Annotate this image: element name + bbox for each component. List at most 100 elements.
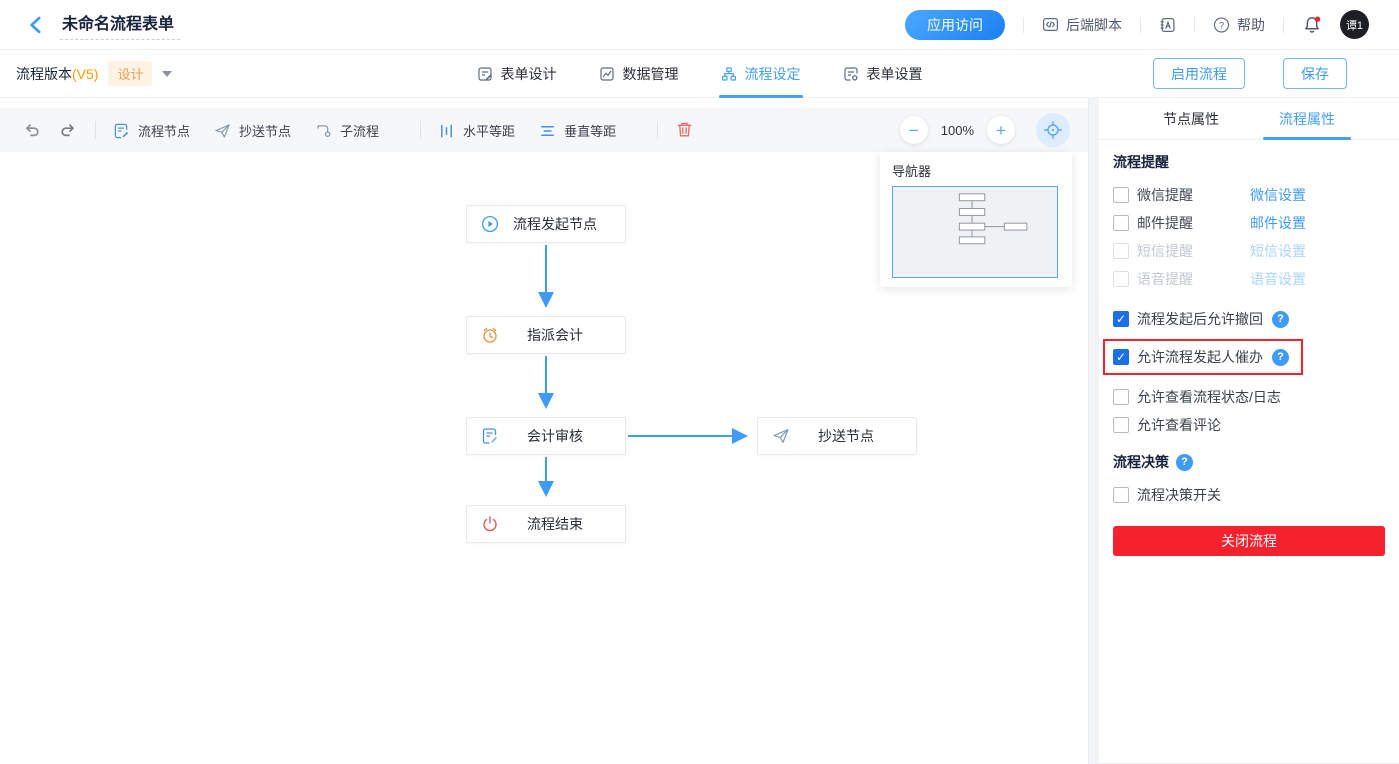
panel-body: 流程提醒 微信提醒 微信设置 邮件提醒 邮件设置 短信提醒 短信设置 [1099,140,1399,556]
notification-bell-icon[interactable] [1302,15,1322,35]
highlight-red-box: 允许流程发起人催办 ? [1103,339,1303,375]
form-design-icon [477,66,494,83]
avatar[interactable]: 谭1 [1340,10,1369,39]
flow-node-accountant-review[interactable]: 会计审核 [466,417,626,455]
button-label: 垂直等距 [564,121,616,140]
tab-form-design[interactable]: 表单设计 [477,50,557,98]
decision-section-title: 流程决策 ? [1113,452,1385,472]
remind-row-wechat: 微信提醒 微信设置 [1113,181,1385,209]
flow-canvas[interactable]: 流程节点 抄送节点 [0,98,1088,764]
flow-setting-icon [721,66,738,83]
divider [1283,17,1284,33]
allow-withdraw-checkbox[interactable] [1113,311,1129,327]
main-area: 流程节点 抄送节点 [0,98,1399,764]
version-number: (V5) [72,66,98,82]
horizontal-equal-spacing-button[interactable]: 水平等距 [438,121,515,140]
help-icon: ? [1213,16,1230,33]
node-label: 会计审核 [499,426,625,446]
divider [657,121,658,139]
add-cc-node-button[interactable]: 抄送节点 [214,121,291,140]
close-flow-button[interactable]: 关闭流程 [1113,526,1385,556]
option-label: 允许流程发起人催办 [1137,347,1263,367]
app-access-button[interactable]: 应用访问 [905,10,1005,40]
svg-text:?: ? [1219,20,1224,31]
flow-node-start[interactable]: 流程发起节点 [466,205,626,243]
remind-label: 短信提醒 [1137,241,1250,261]
button-label: 子流程 [340,121,379,140]
button-label: 抄送节点 [239,121,291,140]
undo-icon[interactable] [22,120,42,140]
decision-switch-checkbox[interactable] [1113,487,1129,503]
help-button[interactable]: ? 帮助 [1213,15,1265,35]
option-row-view-status: 允许查看流程状态/日志 [1113,383,1385,411]
panel-divider [1088,98,1099,764]
flow-designer-app: 未命名流程表单 应用访问 后端脚本 [0,0,1399,764]
view-comments-checkbox[interactable] [1113,417,1129,433]
voice-remind-checkbox [1113,271,1129,287]
sms-remind-checkbox [1113,243,1129,259]
power-icon [481,515,499,533]
trash-icon[interactable] [675,120,695,140]
divider [420,121,421,139]
button-label: 流程节点 [138,121,190,140]
view-status-checkbox[interactable] [1113,389,1129,405]
zoom-level: 100% [941,123,974,138]
flow-node-assign-accountant[interactable]: 指派会计 [466,316,626,354]
locate-center-icon[interactable] [1036,113,1070,147]
tab-label: 表单设计 [501,64,557,84]
page-title[interactable]: 未命名流程表单 [60,10,180,40]
backend-script-button[interactable]: 后端脚本 [1042,15,1122,35]
tab-flow-setting[interactable]: 流程设定 [721,50,801,98]
option-row-decision-switch: 流程决策开关 [1113,481,1385,509]
question-icon[interactable]: ? [1272,311,1289,328]
zoom-out-button[interactable]: − [900,116,928,144]
email-remind-checkbox[interactable] [1113,215,1129,231]
remind-label: 微信提醒 [1137,185,1250,205]
node-label: 流程结束 [499,514,625,534]
redo-icon[interactable] [58,120,78,140]
notebook-a-icon[interactable] [1159,16,1176,33]
remind-section-title: 流程提醒 [1113,152,1385,172]
back-icon[interactable] [26,15,46,35]
add-flow-node-button[interactable]: 流程节点 [113,121,190,140]
remind-row-voice: 语音提醒 语音设置 [1113,265,1385,293]
tab-node-properties[interactable]: 节点属性 [1133,98,1249,140]
tab-label: 数据管理 [623,64,679,84]
vertical-equal-spacing-button[interactable]: 垂直等距 [539,121,616,140]
enable-flow-button[interactable]: 启用流程 [1153,58,1245,89]
tab-data-manage[interactable]: 数据管理 [599,50,679,98]
tab-form-settings[interactable]: 表单设置 [843,50,923,98]
remind-row-email: 邮件提醒 邮件设置 [1113,209,1385,237]
option-label: 流程发起后允许撤回 [1137,309,1263,329]
sub-header: 流程版本 (V5) 设计 表单设计 [0,50,1399,98]
help-label: 帮助 [1237,15,1265,35]
button-label: 水平等距 [463,121,515,140]
question-icon[interactable]: ? [1272,349,1289,366]
flow-node-end[interactable]: 流程结束 [466,505,626,543]
properties-panel: 节点属性 流程属性 流程提醒 微信提醒 微信设置 邮件提醒 邮件设置 [1099,98,1399,764]
save-button[interactable]: 保存 [1283,58,1347,89]
horizontal-spacing-icon [438,122,455,139]
wechat-remind-checkbox[interactable] [1113,187,1129,203]
main-tabs: 表单设计 数据管理 [477,50,923,98]
subheader-actions: 启用流程 保存 [1153,58,1347,89]
option-row-allow-urge: 允许流程发起人催办 ? [1113,345,1289,369]
doc-edit-icon [113,122,130,139]
add-subflow-button[interactable]: 子流程 [315,121,379,140]
decision-title-text: 流程决策 [1113,452,1169,472]
tab-flow-properties[interactable]: 流程属性 [1249,98,1365,140]
design-status-badge: 设计 [108,61,152,86]
divider [1023,17,1024,33]
email-settings-link[interactable]: 邮件设置 [1250,213,1306,233]
question-icon[interactable]: ? [1176,454,1193,471]
wechat-settings-link[interactable]: 微信设置 [1250,185,1306,205]
allow-urge-checkbox[interactable] [1113,349,1129,365]
play-circle-icon [481,215,499,233]
navigator-minimap[interactable] [892,186,1058,278]
zoom-in-button[interactable]: + [987,116,1015,144]
version-label: 流程版本 [16,64,72,84]
flow-node-cc[interactable]: 抄送节点 [757,417,917,455]
node-label: 流程发起节点 [499,214,625,234]
option-label: 允许查看评论 [1137,415,1221,435]
chevron-down-icon[interactable] [162,71,172,77]
